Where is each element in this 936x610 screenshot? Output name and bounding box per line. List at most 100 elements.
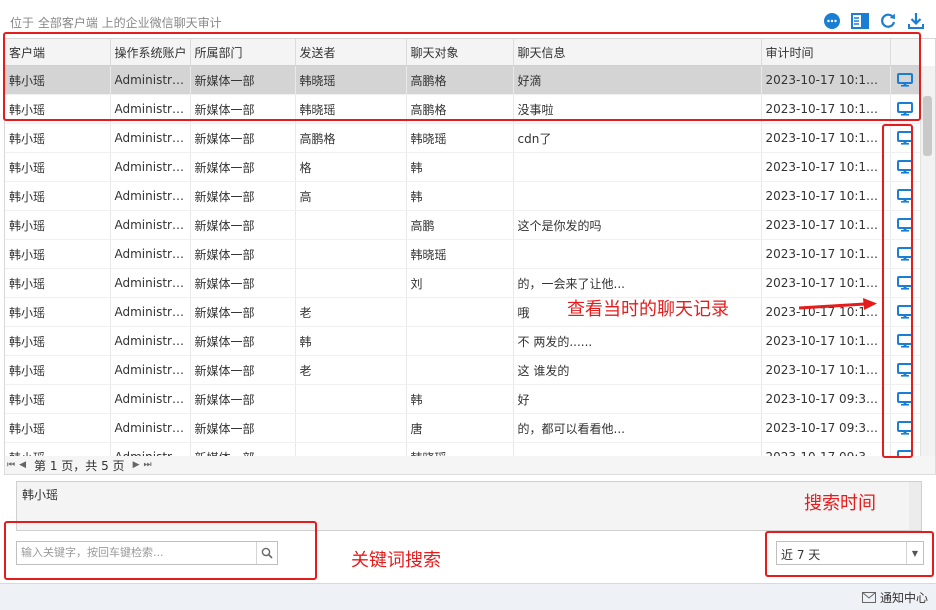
- next-page-icon[interactable]: ▶: [131, 460, 142, 470]
- cell-chat-target: [406, 297, 514, 327]
- pager-text: 第 1 页，共 5 页: [34, 458, 125, 473]
- preview-text: 韩小瑶: [22, 488, 59, 502]
- table-row[interactable]: 韩小瑶 Administrator 新媒体一部老 这 谁发的 2023-10-17 10…: [5, 355, 920, 385]
- chat-icon[interactable]: [822, 11, 842, 31]
- cell-chat-target: 韩: [406, 384, 514, 414]
- column-header-client[interactable]: 客户端: [5, 39, 111, 66]
- table-row[interactable]: 韩小瑶 Administrator 新媒体一部 刘的，一会来了让他... 2023-10…: [5, 268, 920, 298]
- column-header-audit-time[interactable]: 审计时间: [761, 39, 891, 66]
- monitor-icon[interactable]: [897, 131, 914, 145]
- cell-sender: 韩: [295, 326, 407, 356]
- cell-audit-time: 2023-10-17 10:11:00: [761, 239, 891, 269]
- column-header-os-account[interactable]: 操作系统账户: [110, 39, 191, 66]
- table-row[interactable]: 韩小瑶 Administrator 新媒体一部 高鹏格 韩晓瑶 cdn了 2023-10-1…: [5, 123, 920, 153]
- first-page-icon[interactable]: ⏮: [5, 460, 17, 470]
- monitor-icon[interactable]: [897, 160, 914, 174]
- cell-os-account: Administrator: [110, 210, 191, 240]
- table-row[interactable]: 韩小瑶 Administrator 新媒体一部 韩晓瑶 高鹏格 好滴 2023-10-17 …: [5, 65, 920, 95]
- keyword-search-input[interactable]: [17, 542, 257, 562]
- table-row[interactable]: 韩小瑶 Administrator 新媒体一部韩 不 两发的...... 2023-10…: [5, 326, 920, 356]
- cell-client: 韩小瑶: [5, 181, 111, 211]
- column-header-department[interactable]: 所属部门: [190, 39, 296, 66]
- cell-chat-target: 唐: [406, 413, 514, 443]
- cell-chat-message: 好: [513, 384, 762, 414]
- cell-os-account: Administrator: [110, 413, 191, 443]
- last-page-icon[interactable]: ⏭: [141, 460, 153, 470]
- cell-view: [890, 297, 920, 327]
- cell-sender: 格: [295, 152, 407, 182]
- notification-center-button[interactable]: 通知中心: [861, 589, 928, 606]
- table-row[interactable]: 韩小瑶 Administrator 新媒体一部 韩晓瑶 2023-10-17 10:11…: [5, 239, 920, 269]
- monitor-icon[interactable]: [897, 189, 914, 203]
- cell-sender: 老: [295, 297, 407, 327]
- mail-icon: [861, 592, 876, 603]
- table-row[interactable]: 韩小瑶 Administrator 新媒体一部 唐的，都可以看看他... 2023-10…: [5, 413, 920, 443]
- keyword-search: [16, 541, 278, 565]
- message-preview: 韩小瑶: [16, 481, 922, 531]
- time-range-value: 近 7 天: [781, 548, 821, 562]
- cell-client: 韩小瑶: [5, 326, 111, 356]
- cell-department: 新媒体一部: [190, 65, 296, 95]
- cell-view: [890, 123, 920, 153]
- cell-chat-target: 高鹏格: [406, 65, 514, 95]
- cell-department: 新媒体一部: [190, 268, 296, 298]
- cell-department: 新媒体一部: [190, 413, 296, 443]
- table-row[interactable]: 韩小瑶 Administrator 新媒体一部 韩好 2023-10-17 09:36:…: [5, 384, 920, 414]
- cell-audit-time: 2023-10-17 10:13:00: [761, 181, 891, 211]
- cell-chat-target: 韩晓瑶: [406, 123, 514, 153]
- column-header-view: [890, 39, 921, 66]
- cell-department: 新媒体一部: [190, 355, 296, 385]
- table-row[interactable]: 韩小瑶 Administrator 新媒体一部 高鹏 这个是你发的吗 2023-10-17…: [5, 210, 920, 240]
- monitor-icon[interactable]: [897, 218, 914, 232]
- table-row[interactable]: 韩小瑶 Administrator 新媒体一部 韩晓瑶 高鹏格 没事啦 2023-10-17…: [5, 94, 920, 124]
- vertical-scrollbar[interactable]: [920, 66, 935, 456]
- monitor-icon[interactable]: [897, 247, 914, 261]
- column-header-sender[interactable]: 发送者: [295, 39, 407, 66]
- cell-audit-time: 2023-10-17 10:13:00: [761, 210, 891, 240]
- cell-sender: 韩晓瑶: [295, 65, 407, 95]
- cell-client: 韩小瑶: [5, 210, 111, 240]
- cell-chat-target: 韩: [406, 181, 514, 211]
- download-icon[interactable]: [906, 11, 926, 31]
- title-bar: 位于 全部客户端 上的企业微信聊天审计: [0, 0, 936, 38]
- cell-os-account: Administrator: [110, 152, 191, 182]
- table-row[interactable]: 韩小瑶 Administrator 新媒体一部老哦 2023-10-17 10:11:…: [5, 297, 920, 327]
- notification-center-label: 通知中心: [879, 591, 928, 605]
- scrollbar-thumb[interactable]: [923, 96, 932, 156]
- refresh-icon[interactable]: [878, 11, 898, 31]
- cell-chat-message: cdn了: [513, 123, 762, 153]
- monitor-icon[interactable]: [897, 276, 914, 290]
- annotation-keyword-search: 关键词搜索: [351, 550, 441, 571]
- monitor-icon[interactable]: [897, 73, 914, 87]
- preview-scrollbar[interactable]: [909, 482, 921, 530]
- cell-department: 新媒体一部: [190, 152, 296, 182]
- toolbar: [822, 11, 926, 31]
- panel-icon[interactable]: [850, 11, 870, 31]
- chevron-down-icon[interactable]: ▼: [906, 542, 923, 564]
- cell-client: 韩小瑶: [5, 413, 111, 443]
- cell-view: [890, 181, 920, 211]
- cell-chat-target: 刘: [406, 268, 514, 298]
- table-row[interactable]: 韩小瑶 Administrator 新媒体一部高韩 2023-10-17 10:13:…: [5, 181, 920, 211]
- cell-sender: 老: [295, 355, 407, 385]
- cell-client: 韩小瑶: [5, 268, 111, 298]
- annotation-arrow: [798, 298, 877, 310]
- monitor-icon[interactable]: [897, 421, 914, 435]
- cell-audit-time: 2023-10-17 10:11:00: [761, 355, 891, 385]
- column-header-chat-message[interactable]: 聊天信息: [513, 39, 762, 66]
- cell-chat-message: 这 谁发的: [513, 355, 762, 385]
- column-header-chat-target[interactable]: 聊天对象: [406, 39, 514, 66]
- monitor-icon[interactable]: [897, 392, 914, 406]
- table-row[interactable]: 韩小瑶 Administrator 新媒体一部格韩 2023-10-17 10:13:…: [5, 152, 920, 182]
- monitor-icon[interactable]: [897, 305, 914, 319]
- cell-department: 新媒体一部: [190, 297, 296, 327]
- cell-view: [890, 413, 920, 443]
- search-icon[interactable]: [256, 542, 277, 564]
- time-range-select[interactable]: 近 7 天 ▼: [776, 541, 924, 565]
- monitor-icon[interactable]: [897, 363, 914, 377]
- prev-page-icon[interactable]: ◀: [17, 460, 28, 470]
- table-header-row: 客户端 操作系统账户 所属部门 发送者 聊天对象 聊天信息 审计时间: [5, 39, 921, 66]
- monitor-icon[interactable]: [897, 102, 914, 116]
- cell-department: 新媒体一部: [190, 181, 296, 211]
- monitor-icon[interactable]: [897, 334, 914, 348]
